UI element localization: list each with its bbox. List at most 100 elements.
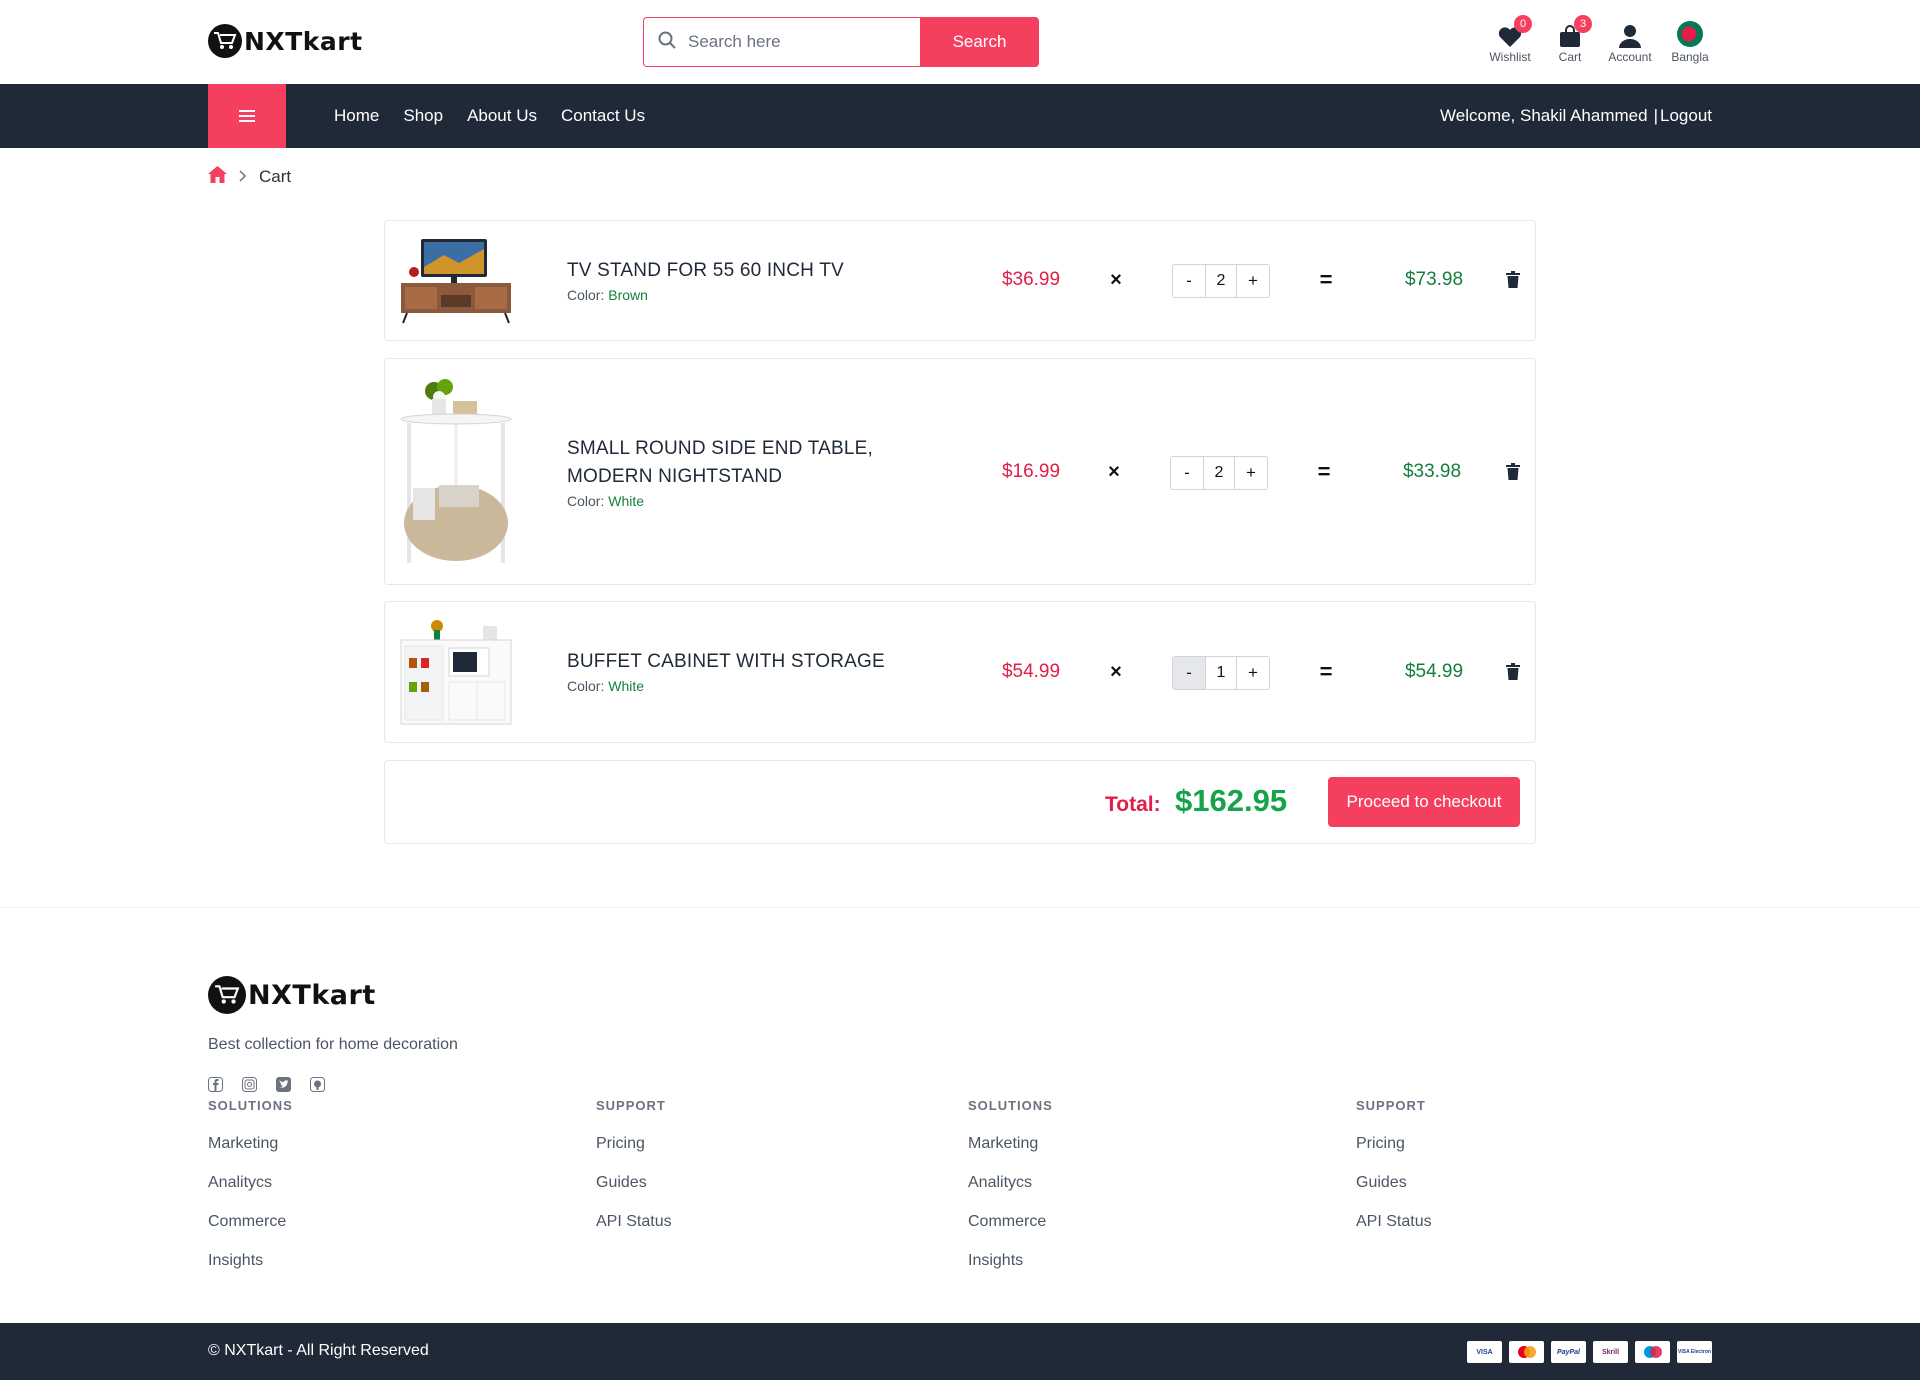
increase-quantity-button[interactable]: +: [1237, 657, 1269, 689]
quantity-stepper: - 1 +: [1172, 656, 1270, 690]
search-button[interactable]: Search: [920, 17, 1039, 67]
nav-link-shop[interactable]: Shop: [403, 106, 443, 126]
search-icon: [658, 31, 676, 54]
unit-price: $54.99: [1001, 661, 1061, 682]
product-title[interactable]: SMALL ROUND SIDE END TABLE, MODERN NIGHT…: [567, 435, 897, 491]
quantity-value[interactable]: 2: [1205, 265, 1237, 297]
github-icon[interactable]: [310, 1077, 325, 1092]
home-icon[interactable]: [208, 166, 227, 188]
product-image-tv-stand[interactable]: [399, 237, 513, 325]
decrease-quantity-button[interactable]: -: [1171, 457, 1203, 489]
decrease-quantity-button[interactable]: -: [1173, 657, 1205, 689]
cart-logo-icon: [208, 24, 242, 58]
facebook-icon[interactable]: [208, 1077, 223, 1092]
cart-item: BUFFET CABINET WITH STORAGE Color: White…: [384, 601, 1536, 743]
product-color: Color: Brown: [567, 287, 897, 303]
footer-link[interactable]: Analitycs: [208, 1174, 293, 1192]
footer-column-heading: SUPPORT: [596, 1098, 666, 1113]
footer-link[interactable]: Marketing: [208, 1135, 293, 1153]
product-info: BUFFET CABINET WITH STORAGE Color: White: [567, 648, 897, 694]
footer-link[interactable]: Marketing: [968, 1135, 1053, 1153]
color-value: White: [608, 678, 645, 694]
site-footer: NXTkart Best collection for home decorat…: [0, 907, 1920, 1323]
footer-column-solutions: SOLUTIONS Marketing Analitycs Commerce I…: [968, 1098, 1053, 1291]
product-info: TV STAND FOR 55 60 INCH TV Color: Brown: [567, 257, 897, 303]
nav-link-contact[interactable]: Contact Us: [561, 106, 645, 126]
footer-link[interactable]: Commerce: [208, 1213, 293, 1231]
main-nav: Home Shop About Us Contact Us Welcome, S…: [0, 84, 1920, 148]
trash-icon[interactable]: [1503, 463, 1523, 480]
account-button[interactable]: Account: [1607, 18, 1653, 64]
cart-count-badge: 3: [1574, 15, 1592, 33]
twitter-icon[interactable]: [276, 1077, 291, 1092]
cart-item: TV STAND FOR 55 60 INCH TV Color: Brown …: [384, 220, 1536, 341]
multiply-sign: ×: [1110, 269, 1122, 291]
product-image-side-table[interactable]: [399, 373, 513, 568]
product-info: SMALL ROUND SIDE END TABLE, MODERN NIGHT…: [567, 435, 897, 509]
nav-link-about[interactable]: About Us: [467, 106, 537, 126]
footer-link[interactable]: Insights: [208, 1252, 293, 1270]
brand-logo[interactable]: NXTkart: [208, 24, 363, 58]
quantity-value[interactable]: 2: [1203, 457, 1235, 489]
breadcrumb: Cart: [208, 166, 291, 188]
trash-icon[interactable]: [1503, 663, 1523, 680]
footer-link[interactable]: Commerce: [968, 1213, 1053, 1231]
logout-link[interactable]: Logout: [1660, 106, 1712, 126]
instagram-icon[interactable]: [242, 1077, 257, 1092]
maestro-icon: [1635, 1341, 1670, 1363]
search-field[interactable]: [643, 17, 920, 67]
product-title[interactable]: BUFFET CABINET WITH STORAGE: [567, 648, 897, 676]
decrease-quantity-button[interactable]: -: [1173, 265, 1205, 297]
nav-link-home[interactable]: Home: [334, 106, 379, 126]
line-subtotal: $73.98: [1404, 269, 1464, 290]
account-label: Account: [1608, 50, 1652, 64]
payment-methods: VISA PayPal Skrill VISA Electron: [1467, 1341, 1712, 1363]
cart-button[interactable]: 3 Cart: [1547, 15, 1593, 64]
color-label: Color:: [567, 493, 605, 509]
cart-item: SMALL ROUND SIDE END TABLE, MODERN NIGHT…: [384, 358, 1536, 585]
footer-column-support: SUPPORT Pricing Guides API Status: [1356, 1098, 1432, 1252]
quantity-stepper: - 2 +: [1172, 264, 1270, 298]
footer-link[interactable]: Guides: [1356, 1174, 1432, 1192]
footer-column-heading: SOLUTIONS: [208, 1098, 293, 1113]
footer-logo[interactable]: NXTkart: [208, 976, 376, 1014]
footer-column-support: SUPPORT Pricing Guides API Status: [596, 1098, 672, 1252]
equals-sign: =: [1319, 659, 1333, 684]
footer-link[interactable]: Analitycs: [968, 1174, 1053, 1192]
search-input[interactable]: [688, 32, 908, 52]
equals-sign: =: [1317, 459, 1331, 484]
footer-link[interactable]: API Status: [596, 1213, 672, 1231]
menu-icon: [239, 110, 255, 122]
multiply-sign: ×: [1108, 461, 1120, 483]
total-value: $162.95: [1175, 783, 1288, 818]
visa-electron-icon: VISA Electron: [1677, 1341, 1712, 1363]
footer-link[interactable]: API Status: [1356, 1213, 1432, 1231]
menu-toggle-button[interactable]: [208, 84, 286, 148]
user-icon: [1618, 18, 1642, 48]
product-color: Color: White: [567, 678, 897, 694]
increase-quantity-button[interactable]: +: [1237, 265, 1269, 297]
footer-link[interactable]: Insights: [968, 1252, 1053, 1270]
unit-price: $36.99: [1001, 269, 1061, 290]
user-greeting: Welcome, Shakil Ahammed | Logout: [1440, 84, 1712, 148]
wishlist-button[interactable]: 0 Wishlist: [1487, 15, 1533, 64]
footer-link[interactable]: Pricing: [1356, 1135, 1432, 1153]
product-title[interactable]: TV STAND FOR 55 60 INCH TV: [567, 257, 897, 285]
footer-column-heading: SUPPORT: [1356, 1098, 1426, 1113]
breadcrumb-current: Cart: [259, 167, 292, 186]
footer-link[interactable]: Guides: [596, 1174, 672, 1192]
multiply-sign: ×: [1110, 661, 1122, 683]
product-color: Color: White: [567, 493, 897, 509]
footer-brand-name: NXTkart: [248, 979, 376, 1011]
bangladesh-flag-icon: [1676, 18, 1704, 48]
copyright-text: © NXTkart - All Right Reserved: [208, 1342, 429, 1359]
divider: |: [1653, 106, 1658, 125]
increase-quantity-button[interactable]: +: [1235, 457, 1267, 489]
product-image-buffet-cabinet[interactable]: [399, 618, 513, 728]
checkout-button[interactable]: Proceed to checkout: [1328, 777, 1520, 827]
search-form: Search: [643, 17, 1039, 67]
trash-icon[interactable]: [1503, 271, 1523, 288]
footer-link[interactable]: Pricing: [596, 1135, 672, 1153]
language-button[interactable]: Bangla: [1667, 18, 1713, 64]
quantity-value[interactable]: 1: [1205, 657, 1237, 689]
